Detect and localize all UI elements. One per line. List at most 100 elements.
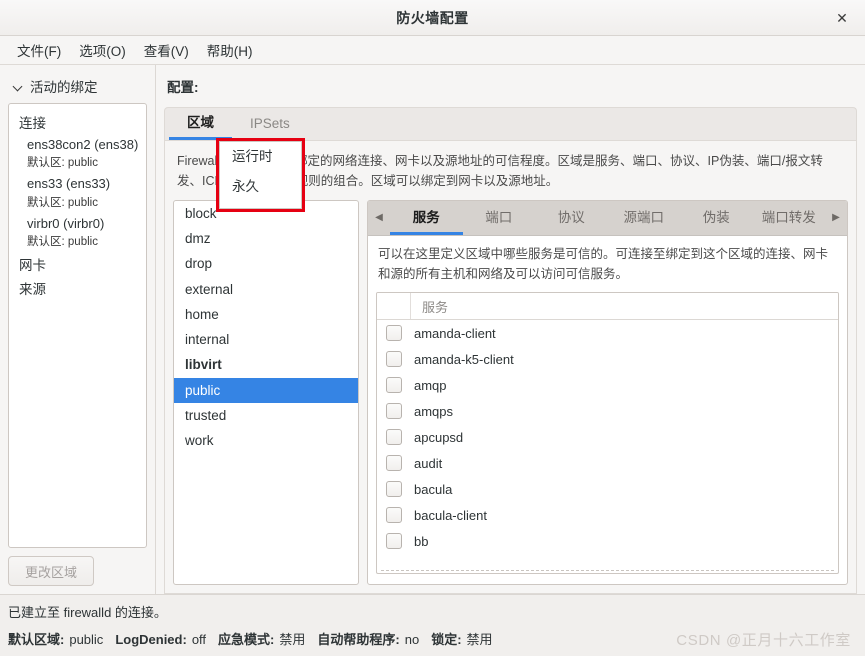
titlebar: 防火墙配置 ✕ bbox=[0, 0, 865, 36]
page-title: 防火墙配置 bbox=[396, 9, 469, 26]
configuration-select[interactable] bbox=[205, 74, 315, 98]
main-body: 活动的绑定 连接 ens38con2 (ens38) 默认区: public e… bbox=[0, 65, 865, 594]
table-row[interactable]: audit bbox=[377, 450, 838, 476]
binding-default-zone: 默认区: public bbox=[27, 195, 146, 212]
status-panic-mode-key: 应急模式: bbox=[218, 632, 275, 647]
list-item[interactable]: internal bbox=[174, 328, 358, 353]
menu-item-view[interactable]: 查看(V) bbox=[135, 37, 198, 63]
services-header-label: 服务 bbox=[422, 299, 449, 315]
binding-default-zone: 默认区: public bbox=[27, 155, 146, 172]
binding-default-zone-value: public bbox=[67, 235, 98, 248]
list-item[interactable]: libvirt bbox=[174, 353, 358, 378]
chevron-down-icon bbox=[14, 82, 23, 91]
tab-services[interactable]: 服务 bbox=[390, 201, 463, 235]
watermark: CSDN @正月十六工作室 bbox=[676, 632, 851, 649]
statusbar: 已建立至 firewalld 的连接。 默认区域: public LogDeni… bbox=[0, 594, 865, 656]
list-item[interactable]: external bbox=[174, 277, 358, 302]
service-checkbox[interactable] bbox=[386, 481, 402, 497]
binding-default-zone-key: 默认区: bbox=[27, 157, 65, 170]
active-bindings-sidebar: 活动的绑定 连接 ens38con2 (ens38) 默认区: public e… bbox=[0, 65, 156, 594]
firewall-config-window: 防火墙配置 ✕ 文件(F) 选项(O) 查看(V) 帮助(H) 活动的绑定 连接… bbox=[0, 0, 865, 656]
service-checkbox[interactable] bbox=[386, 507, 402, 523]
change-zone-button[interactable]: 更改区域 bbox=[8, 556, 94, 586]
list-item[interactable]: virbr0 (virbr0) 默认区: public bbox=[9, 213, 146, 252]
chevron-left-icon[interactable]: ◀ bbox=[368, 201, 390, 235]
service-name: bacula-client bbox=[414, 507, 487, 523]
list-item[interactable]: drop bbox=[174, 252, 358, 277]
list-item[interactable]: work bbox=[174, 428, 358, 453]
services-table-header: 服务 bbox=[377, 293, 838, 320]
service-name: amqp bbox=[414, 377, 447, 393]
list-item[interactable]: home bbox=[174, 302, 358, 327]
horizontal-scroll-indicator[interactable] bbox=[381, 570, 834, 571]
zone-split: block dmz drop external home internal li… bbox=[173, 199, 848, 585]
menu-item-options[interactable]: 选项(O) bbox=[70, 37, 135, 63]
services-table: 服务 amanda-client amanda-k5-client amqp a… bbox=[376, 292, 839, 574]
binding-group-interfaces[interactable]: 网卡 bbox=[9, 252, 146, 276]
chevron-right-icon[interactable]: ▶ bbox=[825, 201, 847, 235]
service-name: apcupsd bbox=[414, 429, 464, 445]
table-row[interactable]: amanda-k5-client bbox=[377, 346, 838, 372]
menu-item-file[interactable]: 文件(F) bbox=[8, 37, 70, 63]
tab-ipsets[interactable]: IPSets bbox=[232, 111, 308, 140]
table-row[interactable]: bacula bbox=[377, 476, 838, 502]
list-item[interactable]: trusted bbox=[174, 403, 358, 428]
configuration-row: 配置: bbox=[164, 65, 857, 107]
status-logdenied-value: off bbox=[191, 632, 207, 647]
status-lockdown-value: 禁用 bbox=[466, 632, 493, 647]
active-bindings-header[interactable]: 活动的绑定 bbox=[8, 71, 147, 103]
binding-default-zone-key: 默认区: bbox=[27, 196, 65, 209]
service-checkbox[interactable] bbox=[386, 455, 402, 471]
connection-status: 已建立至 firewalld 的连接。 bbox=[8, 605, 167, 620]
table-row[interactable]: amanda-client bbox=[377, 320, 838, 346]
tab-zones[interactable]: 区域 bbox=[169, 106, 232, 140]
top-tabbar: 区域 IPSets bbox=[164, 107, 857, 140]
tab-ports[interactable]: 端口 bbox=[463, 201, 536, 235]
tab-masquerading[interactable]: 伪装 bbox=[680, 201, 753, 235]
close-icon[interactable]: ✕ bbox=[829, 5, 855, 31]
table-row[interactable]: bb bbox=[377, 528, 838, 554]
service-name: bb bbox=[414, 533, 429, 549]
status-panic-mode-value: 禁用 bbox=[279, 632, 306, 647]
binding-default-zone-value: public bbox=[67, 196, 98, 209]
zone-detail-box: ◀ 服务 端口 协议 源端口 伪装 端口转发 ▶ 可以在这里定义区域中哪些服务是… bbox=[367, 199, 848, 585]
list-item[interactable]: ens33 (ens33) 默认区: public bbox=[9, 173, 146, 212]
services-header-checkbox-column bbox=[377, 293, 411, 319]
dropdown-option-runtime[interactable]: 运行时 bbox=[220, 142, 301, 172]
binding-group-sources[interactable]: 来源 bbox=[9, 276, 146, 300]
table-row[interactable]: bacula-client bbox=[377, 502, 838, 528]
service-checkbox[interactable] bbox=[386, 429, 402, 445]
service-name: amanda-k5-client bbox=[414, 351, 514, 367]
configuration-dropdown-popup[interactable]: 运行时 永久 bbox=[219, 141, 302, 209]
service-name: audit bbox=[414, 455, 443, 471]
menu-item-help[interactable]: 帮助(H) bbox=[198, 37, 262, 63]
service-checkbox[interactable] bbox=[386, 533, 402, 549]
binding-name: virbr0 (virbr0) bbox=[27, 215, 105, 231]
table-row[interactable]: amqp bbox=[377, 372, 838, 398]
tab-protocols[interactable]: 协议 bbox=[535, 201, 608, 235]
active-bindings-label: 活动的绑定 bbox=[30, 80, 98, 95]
binding-default-zone-value: public bbox=[67, 157, 98, 170]
service-checkbox[interactable] bbox=[386, 351, 402, 367]
status-automatic-helpers-key: 自动帮助程序: bbox=[317, 632, 400, 647]
menubar: 文件(F) 选项(O) 查看(V) 帮助(H) bbox=[0, 36, 865, 65]
table-row[interactable]: apcupsd bbox=[377, 424, 838, 450]
binding-name: ens33 (ens33) bbox=[27, 176, 111, 192]
status-lockdown-key: 锁定: bbox=[431, 632, 462, 647]
binding-name: ens38con2 (ens38) bbox=[27, 137, 139, 152]
service-checkbox[interactable] bbox=[386, 377, 402, 393]
dropdown-option-permanent[interactable]: 永久 bbox=[220, 172, 301, 202]
tab-source-ports[interactable]: 源端口 bbox=[608, 201, 681, 235]
list-item[interactable]: dmz bbox=[174, 227, 358, 252]
tab-port-forwarding[interactable]: 端口转发 bbox=[753, 201, 826, 235]
service-checkbox[interactable] bbox=[386, 325, 402, 341]
service-checkbox[interactable] bbox=[386, 403, 402, 419]
list-item-selected[interactable]: public bbox=[174, 378, 358, 404]
list-item[interactable]: ens38con2 (ens38) 默认区: public bbox=[9, 134, 146, 173]
services-rows: amanda-client amanda-k5-client amqp amqp… bbox=[377, 320, 838, 573]
zone-list[interactable]: block dmz drop external home internal li… bbox=[173, 199, 359, 585]
binding-default-zone: 默认区: public bbox=[27, 234, 146, 251]
binding-group-connections: 连接 bbox=[19, 116, 46, 131]
table-row[interactable]: amqps bbox=[377, 398, 838, 424]
service-name: amanda-client bbox=[414, 325, 496, 341]
